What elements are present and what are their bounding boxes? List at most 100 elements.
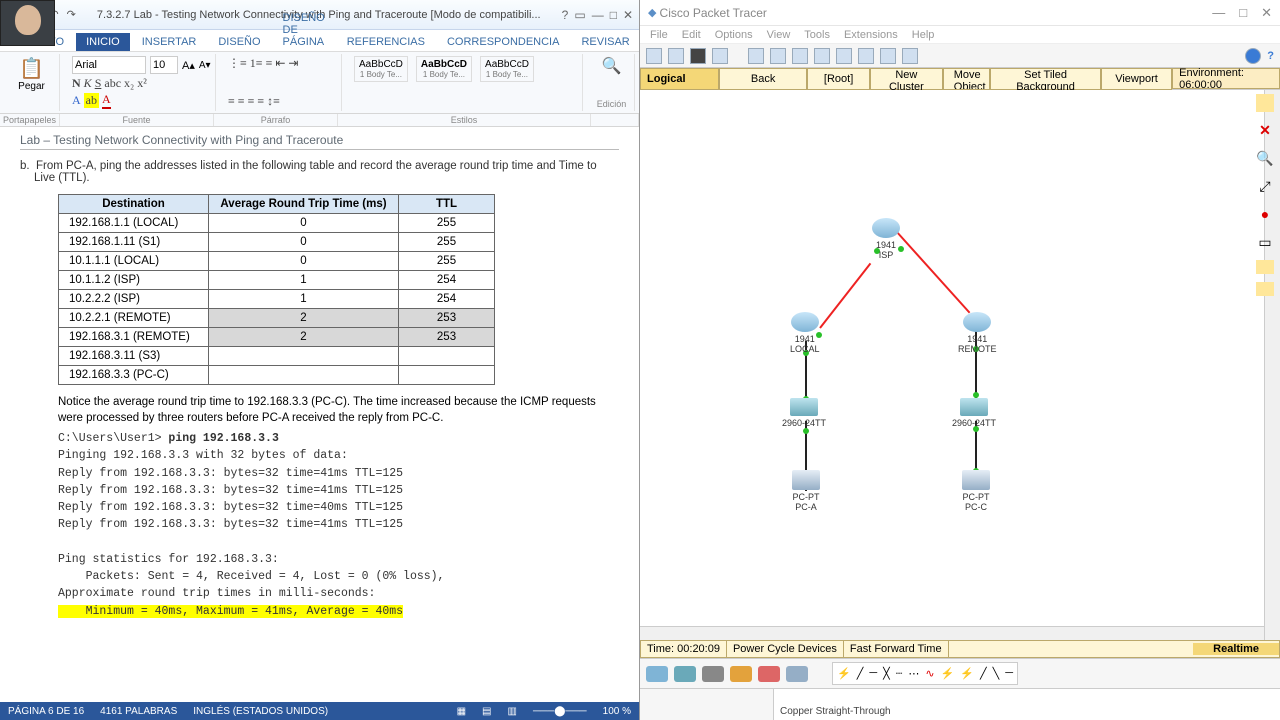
conn-cross-icon[interactable]: ╳: [883, 667, 890, 680]
conn-custom-icon[interactable]: ─: [1005, 667, 1013, 680]
zoom-slider[interactable]: ───⬤───: [533, 706, 587, 717]
multilevel-icon[interactable]: ≡: [266, 56, 273, 71]
draw-icon[interactable]: [902, 48, 918, 64]
save-file-icon[interactable]: [690, 48, 706, 64]
topology-canvas[interactable]: 1941ISP 1941LOCAL 1941REMOTE 2960-24TT 2…: [640, 90, 1280, 640]
undo-pt-icon[interactable]: [792, 48, 808, 64]
bullets-icon[interactable]: ⋮≡: [228, 56, 247, 71]
pt-menu-tools[interactable]: Tools: [804, 29, 830, 41]
view-web-icon[interactable]: ▥: [507, 706, 516, 717]
back-button[interactable]: Back: [719, 68, 807, 90]
justify-icon[interactable]: ≡: [257, 94, 264, 109]
paste-pt-icon[interactable]: [770, 48, 786, 64]
conn-straight-icon[interactable]: ─: [869, 667, 877, 680]
conn-fiber-icon[interactable]: ┄: [896, 667, 903, 680]
indent-dec-icon[interactable]: ⇤: [275, 56, 285, 71]
resize-tool-icon[interactable]: ⤢: [1255, 176, 1275, 196]
paste-icon[interactable]: 📋: [10, 56, 53, 81]
pt-menu-extensions[interactable]: Extensions: [844, 29, 898, 41]
conn-auto-icon[interactable]: ⚡: [837, 667, 851, 680]
status-lang[interactable]: INGLÉS (ESTADOS UNIDOS): [193, 706, 328, 717]
dev-hubs-icon[interactable]: [702, 666, 724, 682]
ribbon-collapse-icon[interactable]: ▭: [574, 8, 585, 22]
pt-menu-view[interactable]: View: [767, 29, 791, 41]
style-option-1[interactable]: AaBbCcD1 Body Te...: [416, 56, 472, 82]
dev-switches-icon[interactable]: [674, 666, 696, 682]
bold-button[interactable]: N: [72, 76, 81, 91]
canvas-hscroll[interactable]: [640, 626, 1264, 640]
help-icon[interactable]: ?: [562, 8, 569, 22]
status-zoom[interactable]: 100 %: [603, 706, 631, 717]
conn-usb-icon[interactable]: ╲: [993, 667, 1000, 680]
font-name-input[interactable]: [72, 56, 146, 74]
indent-inc-icon[interactable]: ⇥: [288, 56, 298, 71]
align-center-icon[interactable]: ≡: [238, 94, 245, 109]
style-option-0[interactable]: AaBbCcD1 Body Te...: [354, 56, 408, 82]
dev-wireless-icon[interactable]: [730, 666, 752, 682]
pt-menu-help[interactable]: Help: [912, 29, 935, 41]
open-icon[interactable]: [668, 48, 684, 64]
fast-forward-button[interactable]: Fast Forward Time: [844, 641, 949, 657]
underline-button[interactable]: S: [95, 76, 102, 91]
device-type-selector[interactable]: [640, 689, 774, 720]
viewport-button[interactable]: Viewport: [1101, 68, 1172, 90]
ribbon-tab-inicio[interactable]: INICIO: [76, 33, 130, 51]
print-icon[interactable]: [712, 48, 728, 64]
numbering-icon[interactable]: 1≡: [250, 56, 263, 71]
subscript-button[interactable]: x₂: [124, 76, 134, 91]
pt-close-icon[interactable]: ✕: [1261, 5, 1272, 21]
dev-routers-icon[interactable]: [646, 666, 668, 682]
close-icon[interactable]: ✕: [623, 8, 633, 22]
view-read-icon[interactable]: ▦: [457, 706, 466, 717]
italic-button[interactable]: K: [84, 76, 92, 91]
redo-pt-icon[interactable]: [814, 48, 830, 64]
font-size-input[interactable]: [150, 56, 178, 74]
conn-coax-icon[interactable]: ∿: [925, 667, 934, 680]
logical-button[interactable]: Logical: [640, 68, 719, 90]
line-spacing-icon[interactable]: ↕≡: [267, 94, 280, 109]
zoom-out-icon[interactable]: [880, 48, 896, 64]
device-local[interactable]: 1941LOCAL: [790, 312, 820, 354]
document-area[interactable]: Lab – Testing Network Connectivity with …: [0, 127, 639, 702]
text-effects-icon[interactable]: A: [72, 93, 81, 108]
ribbon-tab-revisar[interactable]: REVISAR: [571, 33, 639, 51]
conn-serial-dce-icon[interactable]: ⚡: [941, 667, 955, 680]
tiled-bg-button[interactable]: Set Tiled Background: [990, 68, 1101, 90]
ribbon-tab-referencias[interactable]: REFERENCIAS: [337, 33, 435, 51]
view-print-icon[interactable]: ▤: [482, 706, 491, 717]
ribbon-tab-diseño[interactable]: DISEÑO: [208, 33, 270, 51]
inspect-tool-icon[interactable]: 🔍: [1255, 148, 1275, 168]
ribbon-tab-insertar[interactable]: INSERTAR: [132, 33, 207, 51]
shrink-font-icon[interactable]: A▾: [199, 60, 211, 71]
strike-button[interactable]: abc: [104, 76, 121, 91]
simple-pdu-icon[interactable]: ●: [1255, 204, 1275, 224]
pt-minimize-icon[interactable]: —: [1212, 5, 1225, 21]
envelope-closed-icon[interactable]: [1256, 282, 1274, 296]
drawing-tool-icon[interactable]: ▭: [1255, 232, 1275, 252]
note-tool-icon[interactable]: [1256, 94, 1274, 112]
find-icon[interactable]: 🔍: [595, 56, 628, 76]
device-pc-c[interactable]: PC-PTPC-C: [962, 470, 990, 512]
conn-console-icon[interactable]: ╱: [857, 667, 864, 680]
pt-menu-edit[interactable]: Edit: [682, 29, 701, 41]
help-pt-icon[interactable]: ?: [1267, 50, 1274, 62]
paste-button[interactable]: Pegar: [10, 81, 53, 92]
power-cycle-button[interactable]: Power Cycle Devices: [727, 641, 844, 657]
pt-maximize-icon[interactable]: □: [1239, 5, 1247, 21]
move-object-button[interactable]: Move Object: [943, 68, 990, 90]
dev-end-icon[interactable]: [786, 666, 808, 682]
highlight-icon[interactable]: ab: [84, 93, 99, 108]
device-remote[interactable]: 1941REMOTE: [958, 312, 997, 354]
superscript-button[interactable]: x²: [137, 76, 147, 91]
align-left-icon[interactable]: ≡: [228, 94, 235, 109]
minimize-icon[interactable]: —: [592, 8, 604, 22]
realtime-button[interactable]: Realtime: [1193, 643, 1279, 655]
maximize-icon[interactable]: □: [610, 8, 617, 22]
ribbon-tab-correspondencia[interactable]: CORRESPONDENCIA: [437, 33, 569, 51]
status-words[interactable]: 4161 PALABRAS: [100, 706, 177, 717]
info-icon[interactable]: [1245, 48, 1261, 64]
device-pc-a[interactable]: PC-PTPC-A: [792, 470, 820, 512]
new-cluster-button[interactable]: New Cluster: [870, 68, 943, 90]
copy-icon[interactable]: [748, 48, 764, 64]
root-button[interactable]: [Root]: [807, 68, 870, 90]
